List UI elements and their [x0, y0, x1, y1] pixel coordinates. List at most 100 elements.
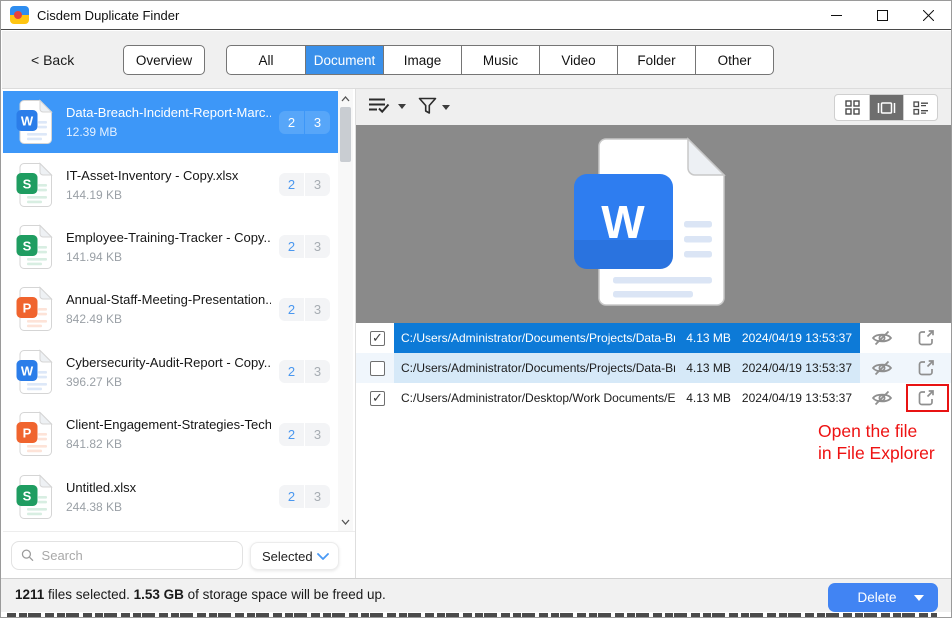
hide-preview-button[interactable]	[871, 387, 893, 409]
scrollbar-thumb[interactable]	[340, 107, 351, 162]
duplicate-count-badges: 2 3	[279, 235, 330, 258]
list-item[interactable]: W Cybersecurity-Audit-Report - Copy.... …	[3, 341, 338, 403]
sort-check-icon	[368, 97, 393, 114]
close-icon	[923, 10, 934, 21]
duplicate-count-badges: 2 3	[279, 173, 330, 196]
file-size: 244.38 KB	[66, 500, 271, 514]
duplicate-row[interactable]: C:/Users/Administrator/Documents/Project…	[356, 323, 952, 353]
row-checkbox[interactable]	[370, 391, 385, 406]
word-file-icon: W	[15, 99, 53, 145]
eye-slash-icon	[871, 329, 893, 347]
list-item[interactable]: P Client-Engagement-Strategies-Tech... 8…	[3, 403, 338, 465]
sidebar-scrollbar[interactable]	[338, 89, 353, 531]
maximize-button[interactable]	[859, 1, 905, 29]
window-controls	[813, 1, 951, 29]
word-document-preview-icon: W	[574, 137, 726, 307]
funnel-icon	[418, 97, 437, 115]
file-date: 2024/04/19 13:53:37	[742, 331, 852, 345]
list-item[interactable]: P Annual-Staff-Meeting-Presentation... 8…	[3, 278, 338, 340]
sidebar-footer: Selected	[3, 531, 355, 578]
duplicate-row[interactable]: C:/Users/Administrator/Documents/Project…	[356, 353, 952, 383]
powerpoint-file-icon: P	[15, 286, 53, 332]
duplicate-row[interactable]: C:/Users/Administrator/Desktop/Work Docu…	[356, 383, 952, 413]
preview-view-button[interactable]	[869, 95, 903, 120]
open-in-explorer-button[interactable]	[915, 327, 937, 349]
file-name: Employee-Training-Tracker - Copy....	[66, 230, 271, 245]
file-size: 144.19 KB	[66, 188, 271, 202]
preview-view-icon	[877, 101, 896, 115]
close-button[interactable]	[905, 1, 951, 29]
tab-document[interactable]: Document	[305, 46, 383, 74]
file-path: C:/Users/Administrator/Desktop/Work Docu…	[401, 391, 675, 405]
excel-file-icon: S	[15, 224, 53, 270]
selected-count-badge: 2	[279, 485, 304, 508]
tab-all[interactable]: All	[227, 46, 305, 74]
title-bar: Cisdem Duplicate Finder	[1, 1, 951, 30]
minimize-button[interactable]	[813, 1, 859, 29]
delete-button-label: Delete	[828, 590, 914, 605]
tab-other[interactable]: Other	[695, 46, 773, 74]
file-name: Annual-Staff-Meeting-Presentation...	[66, 292, 271, 307]
open-in-explorer-button[interactable]	[915, 357, 937, 379]
total-count-badge: 3	[305, 485, 330, 508]
search-icon	[21, 548, 35, 563]
preview-toolbar	[356, 89, 952, 125]
total-count-badge: 3	[305, 423, 330, 446]
file-path: C:/Users/Administrator/Documents/Project…	[401, 331, 675, 345]
svg-text:S: S	[23, 488, 32, 503]
file-size: 141.94 KB	[66, 250, 271, 264]
search-box[interactable]	[11, 541, 243, 570]
tab-video[interactable]: Video	[539, 46, 617, 74]
excel-file-icon: S	[15, 474, 53, 520]
list-item[interactable]: S Untitled.xlsx 244.38 KB 2 3	[3, 465, 338, 527]
sort-caret-icon	[398, 104, 406, 109]
delete-dropdown-icon[interactable]	[914, 595, 924, 601]
overview-button[interactable]: Overview	[123, 45, 205, 75]
grid-view-button[interactable]	[835, 95, 869, 120]
selected-count-badge: 2	[279, 173, 304, 196]
file-size: 396.27 KB	[66, 375, 271, 389]
annotation-text: Open the file in File Explorer	[818, 421, 935, 464]
file-size: 4.13 MB	[686, 391, 731, 405]
file-name: Client-Engagement-Strategies-Tech...	[66, 417, 271, 432]
eye-slash-icon	[871, 389, 893, 407]
list-item[interactable]: S Employee-Training-Tracker - Copy.... 1…	[3, 216, 338, 278]
external-link-icon	[916, 328, 936, 348]
list-view-button[interactable]	[903, 95, 937, 120]
filter-caret-icon	[442, 105, 450, 110]
tab-folder[interactable]: Folder	[617, 46, 695, 74]
filter-button[interactable]	[418, 97, 450, 115]
delete-button[interactable]: Delete	[828, 583, 938, 612]
tab-image[interactable]: Image	[383, 46, 461, 74]
sort-button[interactable]	[368, 97, 406, 114]
powerpoint-file-icon: P	[15, 411, 53, 457]
file-size: 12.39 MB	[66, 125, 271, 139]
eye-slash-icon	[871, 359, 893, 377]
tab-music[interactable]: Music	[461, 46, 539, 74]
svg-text:W: W	[601, 196, 645, 248]
selected-count-badge: 2	[279, 423, 304, 446]
selected-filter-dropdown[interactable]: Selected	[250, 542, 339, 570]
row-checkbox[interactable]	[370, 361, 385, 376]
scroll-down-icon[interactable]	[338, 514, 353, 529]
list-item[interactable]: W Data-Breach-Incident-Report-Marc... 12…	[3, 91, 338, 153]
scroll-up-icon[interactable]	[338, 91, 353, 106]
hide-preview-button[interactable]	[871, 327, 893, 349]
total-count-badge: 3	[305, 360, 330, 383]
files-count: 1211	[15, 587, 44, 602]
file-path: C:/Users/Administrator/Documents/Project…	[401, 361, 675, 375]
total-count-badge: 3	[305, 173, 330, 196]
maximize-icon	[877, 10, 888, 21]
annotation-highlight-box	[906, 384, 949, 412]
row-checkbox[interactable]	[370, 331, 385, 346]
view-mode-toggle	[834, 94, 938, 121]
hide-preview-button[interactable]	[871, 357, 893, 379]
search-input[interactable]	[42, 548, 233, 563]
row-highlight: C:/Users/Administrator/Desktop/Work Docu…	[394, 383, 860, 413]
file-size: 4.13 MB	[686, 331, 731, 345]
list-item[interactable]: S IT-Asset-Inventory - Copy.xlsx 144.19 …	[3, 153, 338, 215]
selected-count-badge: 2	[279, 235, 304, 258]
back-button[interactable]: < Back	[31, 52, 74, 68]
file-preview-pane: W	[356, 125, 952, 323]
svg-text:S: S	[23, 176, 32, 191]
